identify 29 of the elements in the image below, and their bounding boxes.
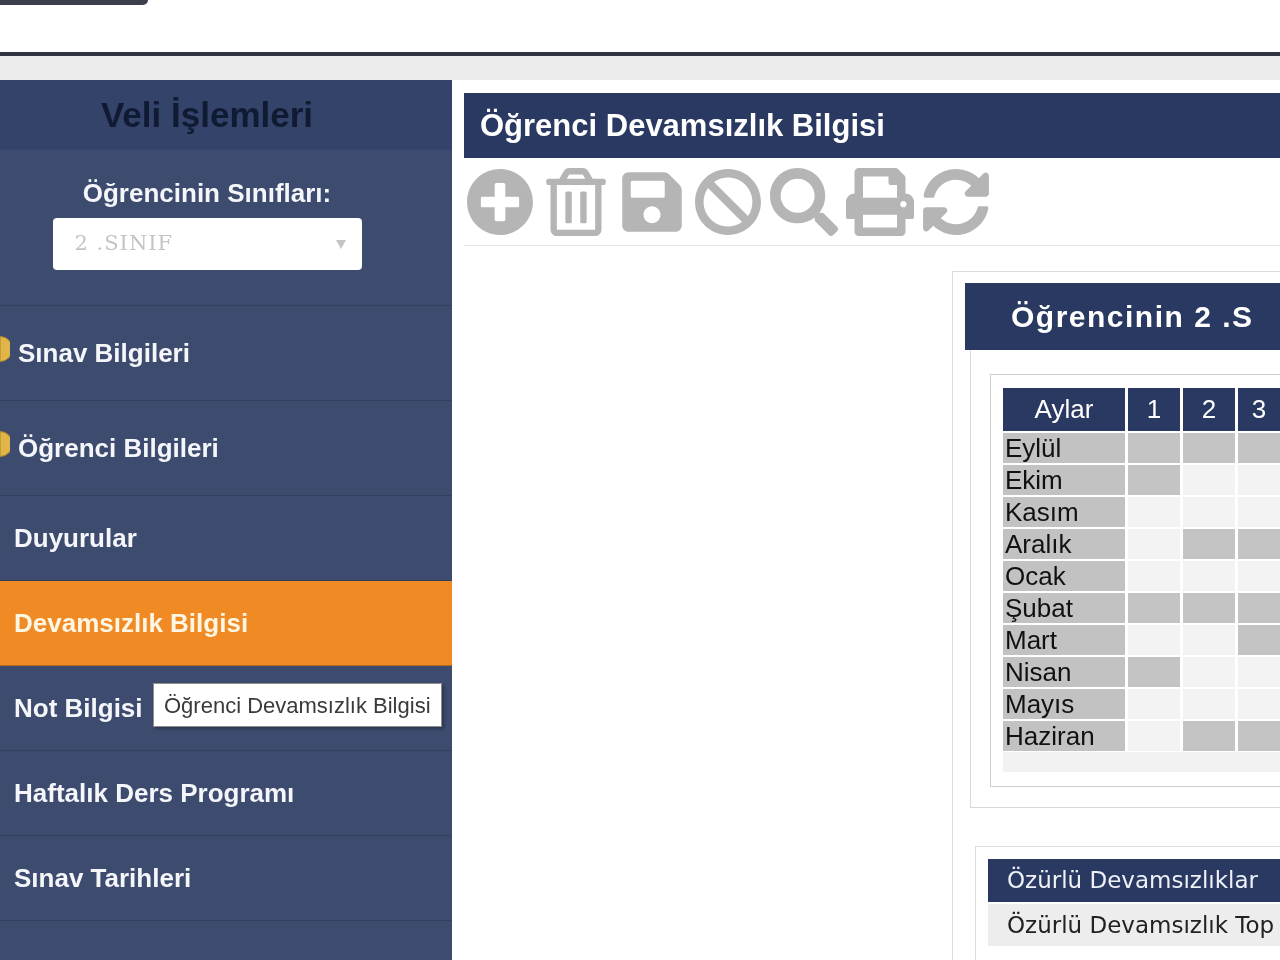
column-header: 2 bbox=[1183, 388, 1235, 431]
excused-title: Özürlü Devamsızlıklar bbox=[1007, 865, 1258, 896]
column-header: Aylar bbox=[1003, 388, 1125, 431]
attendance-title: Öğrencinin 2 .S bbox=[1011, 301, 1254, 332]
month-cell: Haziran bbox=[1003, 721, 1125, 751]
month-cell: Mayıs bbox=[1003, 689, 1125, 719]
sidebar-menu-item[interactable]: Haftalık Ders Programı bbox=[0, 751, 452, 836]
sidebar-menu-item[interactable]: Öğrenci Bilgileri bbox=[0, 401, 452, 496]
column-header: 1 bbox=[1128, 388, 1180, 431]
search-icon bbox=[770, 167, 838, 236]
class-select-label: Öğrencinin Sınıfları: bbox=[82, 177, 332, 209]
month-cell: Ekim bbox=[1003, 465, 1125, 495]
month-cell: Kasım bbox=[1003, 497, 1125, 527]
month-cell: Ocak bbox=[1003, 561, 1125, 591]
month-cell: Mart bbox=[1003, 625, 1125, 655]
month-cell: Aralık bbox=[1003, 529, 1125, 559]
tooltip: Öğrenci Devamsızlık Bilgisi bbox=[153, 683, 442, 727]
excused-row-label: Özürlü Devamsızlık Top bbox=[1007, 910, 1275, 940]
column-header: 3 bbox=[1238, 388, 1280, 431]
refresh-icon bbox=[922, 167, 990, 236]
panel-title: Öğrenci Devamsızlık Bilgisi bbox=[480, 110, 885, 141]
month-cell: Eylül bbox=[1003, 433, 1125, 463]
caret-icon bbox=[335, 239, 346, 249]
month-cell: Nisan bbox=[1003, 657, 1125, 687]
sidebar-menu-item[interactable]: Sınav Tarihleri bbox=[0, 836, 452, 921]
month-cell: Şubat bbox=[1003, 593, 1125, 623]
ban-icon bbox=[694, 167, 762, 236]
sidebar-menu-item[interactable]: Sınav Bilgileri bbox=[0, 306, 452, 401]
printer-icon bbox=[846, 167, 914, 236]
